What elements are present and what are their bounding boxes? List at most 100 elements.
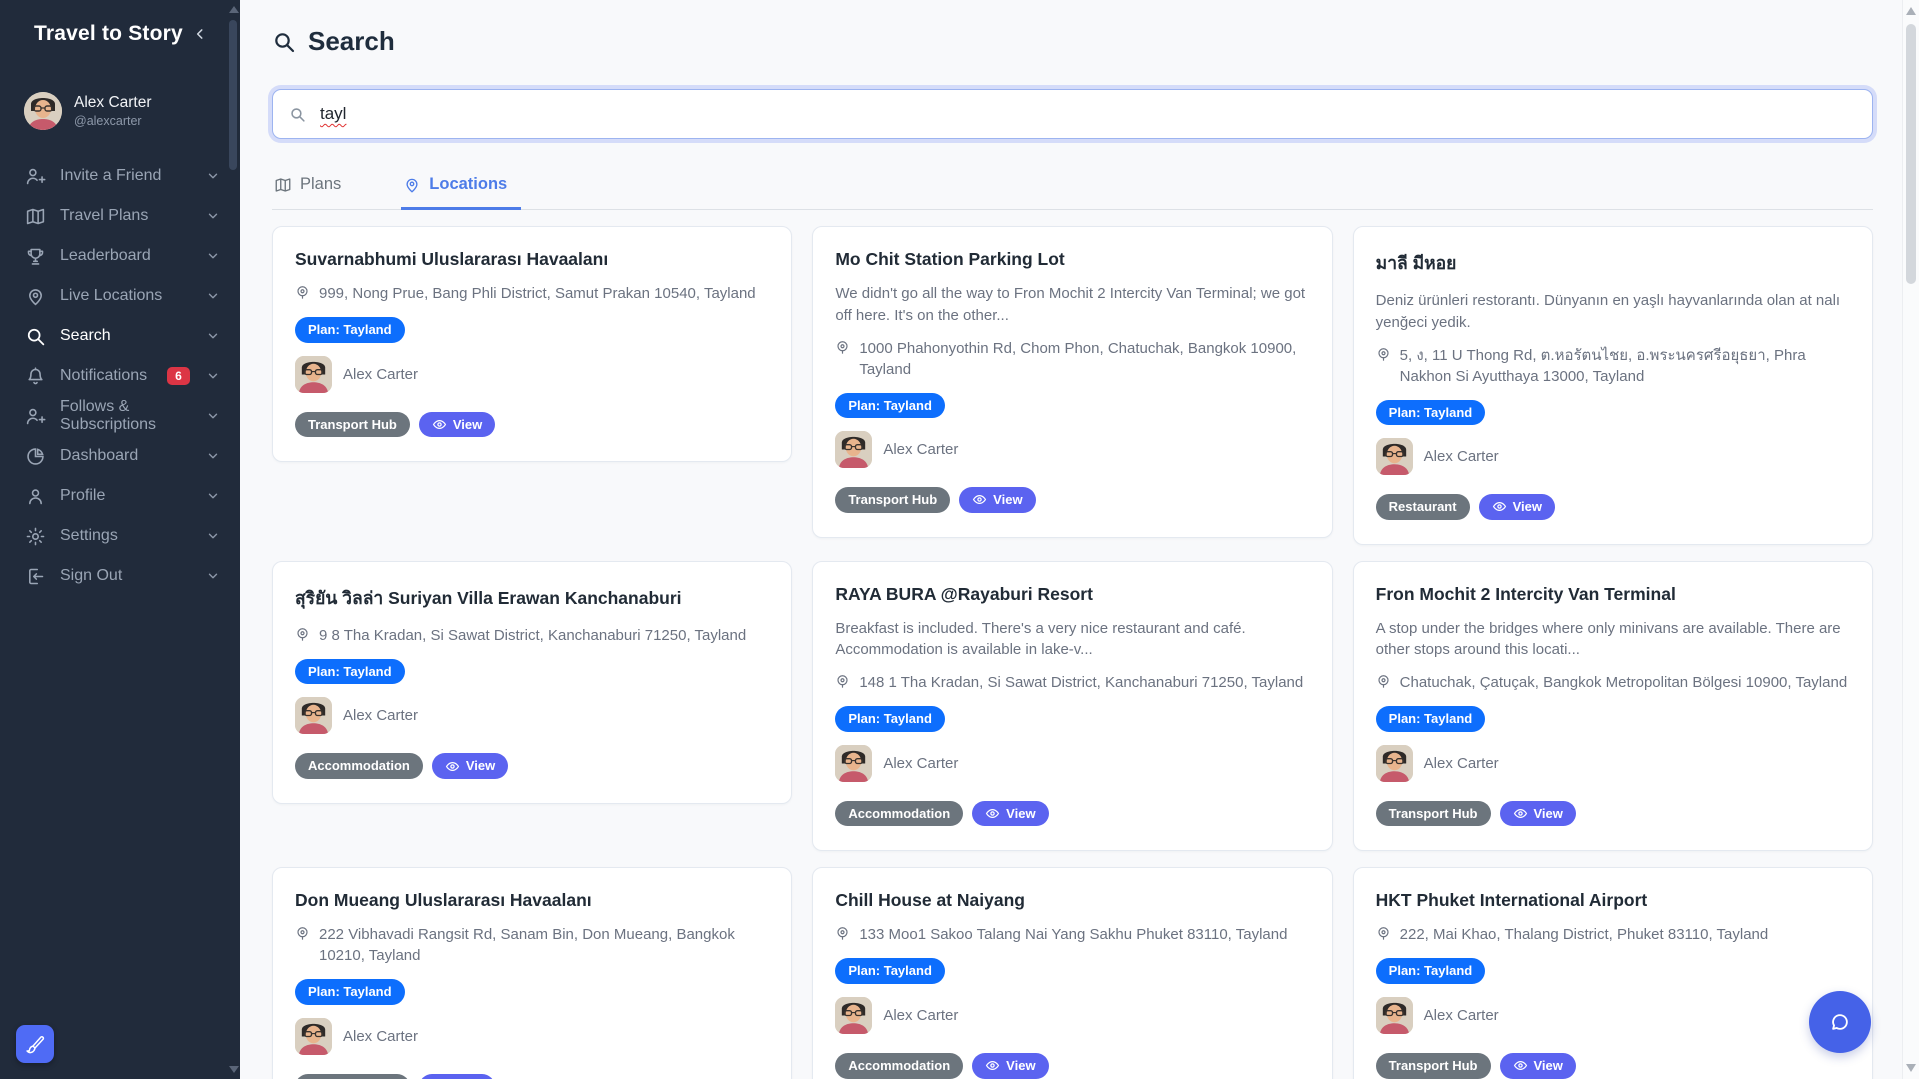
- plan-badge: Plan: Tayland: [835, 958, 945, 984]
- location-title: Chill House at Naiyang: [835, 890, 1309, 911]
- location-card[interactable]: RAYA BURA @Rayaburi Resort Breakfast is …: [812, 561, 1332, 852]
- user-handle: @alexcarter: [74, 114, 152, 128]
- view-button[interactable]: View: [1500, 1053, 1576, 1079]
- person-icon: [24, 485, 46, 507]
- gear-icon: [24, 525, 46, 547]
- tab-plans[interactable]: Plans: [272, 173, 355, 210]
- sidebar-item-label: Sign Out: [60, 567, 122, 585]
- sidebar-item-settings[interactable]: Settings: [24, 516, 226, 556]
- geo-pin-icon: [295, 926, 311, 966]
- category-badge: Transport Hub: [295, 412, 410, 438]
- sidebar-scrollbar[interactable]: [226, 0, 240, 1079]
- location-address: 999, Nong Prue, Bang Phli District, Samu…: [319, 283, 756, 304]
- view-button[interactable]: View: [1479, 494, 1555, 520]
- chevron-down-icon: [206, 529, 220, 543]
- sidebar-user[interactable]: Alex Carter @alexcarter: [24, 92, 226, 130]
- card-user-name: Alex Carter: [343, 366, 418, 383]
- theme-brush-button[interactable]: [16, 1025, 54, 1063]
- scroll-up-arrow[interactable]: [1906, 7, 1916, 15]
- location-address: 5, ง, 11 U Thong Rd, ต.หอรัตนไชย, อ.พระน…: [1400, 345, 1850, 387]
- avatar: [1376, 438, 1413, 475]
- scroll-up-arrow[interactable]: [229, 6, 239, 13]
- plan-badge: Plan: Tayland: [295, 317, 405, 343]
- eye-icon: [985, 1058, 1000, 1073]
- view-button[interactable]: View: [959, 487, 1035, 513]
- view-button[interactable]: View: [972, 801, 1048, 827]
- avatar: [835, 997, 872, 1034]
- pie-icon: [24, 445, 46, 467]
- location-address-row: 222, Mai Khao, Thalang District, Phuket …: [1376, 924, 1850, 945]
- avatar: [835, 431, 872, 468]
- sidebar-item-notifications[interactable]: Notifications 6: [24, 356, 226, 396]
- bell-icon: [24, 365, 46, 387]
- view-button[interactable]: View: [1500, 801, 1576, 827]
- notification-count-badge: 6: [167, 367, 190, 385]
- sidebar-item-travel-plans[interactable]: Travel Plans: [24, 196, 226, 236]
- location-card[interactable]: Don Mueang Uluslararası Havaalanı 222 Vi…: [272, 867, 792, 1079]
- sidebar-item-invite-a-friend[interactable]: Invite a Friend: [24, 156, 226, 196]
- location-title: มาลี มีหอย: [1376, 249, 1850, 277]
- chevron-down-icon: [206, 209, 220, 223]
- page-scrollbar[interactable]: [1902, 0, 1919, 1079]
- chevron-down-icon: [206, 169, 220, 183]
- sidebar-item-dashboard[interactable]: Dashboard: [24, 436, 226, 476]
- sidebar-item-live-locations[interactable]: Live Locations: [24, 276, 226, 316]
- scroll-down-arrow[interactable]: [229, 1066, 239, 1073]
- view-button[interactable]: View: [432, 753, 508, 779]
- location-card[interactable]: Fron Mochit 2 Intercity Van Terminal A s…: [1353, 561, 1873, 852]
- plan-badge: Plan: Tayland: [1376, 706, 1486, 732]
- logout-icon: [24, 565, 46, 587]
- location-address: Chatuchak, Çatuçak, Bangkok Metropolitan…: [1400, 672, 1848, 693]
- location-description: Deniz ürünleri restorantı. Dünyanın en y…: [1376, 290, 1850, 334]
- sidebar-item-follows-subscriptions[interactable]: Follows & Subscriptions: [24, 396, 226, 436]
- sidebar-item-label: Profile: [60, 487, 105, 505]
- view-button[interactable]: View: [419, 412, 495, 438]
- sidebar-scrollbar-thumb[interactable]: [229, 20, 237, 170]
- card-user-name: Alex Carter: [1424, 448, 1499, 465]
- location-card[interactable]: Mo Chit Station Parking Lot We didn't go…: [812, 226, 1332, 538]
- results-grid: Suvarnabhumi Uluslararası Havaalanı 999,…: [272, 226, 1873, 1079]
- card-user-name: Alex Carter: [1424, 755, 1499, 772]
- chat-fab-button[interactable]: [1809, 991, 1871, 1053]
- page-scrollbar-thumb[interactable]: [1906, 24, 1916, 284]
- tab-locations[interactable]: Locations: [401, 173, 521, 210]
- avatar: [835, 745, 872, 782]
- category-badge: Accommodation: [295, 753, 423, 779]
- sidebar-item-label: Follows & Subscriptions: [60, 398, 192, 434]
- location-card[interactable]: Suvarnabhumi Uluslararası Havaalanı 999,…: [272, 226, 792, 462]
- chat-bubble-icon: [1829, 1011, 1851, 1033]
- sidebar-item-sign-out[interactable]: Sign Out: [24, 556, 226, 596]
- location-title: RAYA BURA @Rayaburi Resort: [835, 584, 1309, 605]
- location-card[interactable]: มาลี มีหอย Deniz ürünleri restorantı. Dü…: [1353, 226, 1873, 545]
- scroll-down-arrow[interactable]: [1906, 1064, 1916, 1072]
- collapse-sidebar-icon[interactable]: [193, 27, 207, 41]
- geo-pin-icon: [1376, 674, 1392, 693]
- eye-icon: [1492, 499, 1507, 514]
- location-description: Breakfast is included. There's a very ni…: [835, 618, 1309, 662]
- map-icon: [24, 205, 46, 227]
- location-card[interactable]: Chill House at Naiyang 133 Moo1 Sakoo Ta…: [812, 867, 1332, 1079]
- location-card[interactable]: สุริยัน วิลล่า Suriyan Villa Erawan Kanc…: [272, 561, 792, 804]
- view-button[interactable]: View: [419, 1074, 495, 1079]
- card-user-name: Alex Carter: [343, 1028, 418, 1045]
- card-user-name: Alex Carter: [883, 441, 958, 458]
- sidebar-item-profile[interactable]: Profile: [24, 476, 226, 516]
- geo-pin-icon: [1376, 926, 1392, 945]
- sidebar-item-leaderboard[interactable]: Leaderboard: [24, 236, 226, 276]
- category-badge: Restaurant: [1376, 494, 1470, 520]
- plan-badge: Plan: Tayland: [295, 659, 405, 685]
- location-card[interactable]: HKT Phuket International Airport 222, Ma…: [1353, 867, 1873, 1079]
- search-input[interactable]: tayl: [272, 89, 1873, 139]
- sidebar-item-search[interactable]: Search: [24, 316, 226, 356]
- sidebar-item-label: Settings: [60, 527, 118, 545]
- chevron-down-icon: [206, 369, 220, 383]
- view-button[interactable]: View: [972, 1053, 1048, 1079]
- location-address-row: 999, Nong Prue, Bang Phli District, Samu…: [295, 283, 769, 304]
- location-address-row: Chatuchak, Çatuçak, Bangkok Metropolitan…: [1376, 672, 1850, 693]
- card-user-name: Alex Carter: [883, 1007, 958, 1024]
- geo-pin-icon: [835, 926, 851, 945]
- person-plus-icon: [24, 165, 46, 187]
- sidebar-nav: Invite a Friend Travel Plans Leaderboard…: [24, 156, 226, 596]
- chevron-down-icon: [206, 289, 220, 303]
- sidebar: Travel to Story Alex Carter @alexcarter …: [0, 0, 240, 1079]
